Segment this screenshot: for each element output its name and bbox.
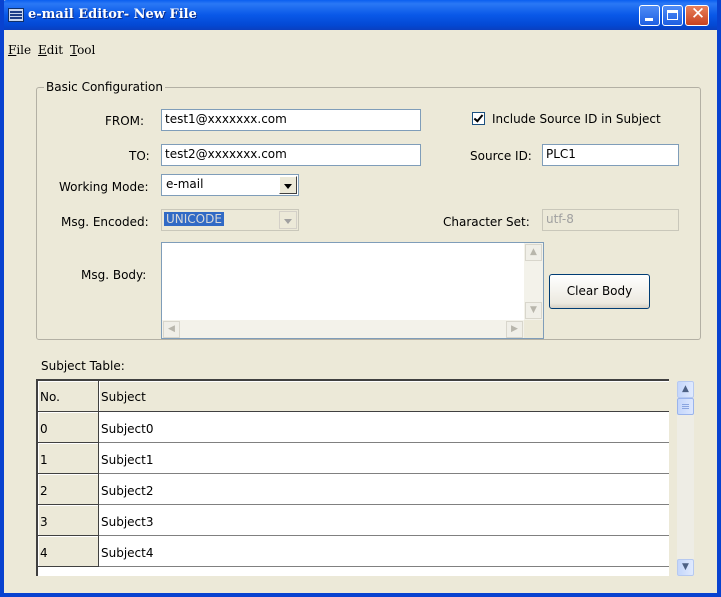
subject-cell[interactable]: Subject0: [99, 412, 669, 443]
row-number: 2: [38, 474, 99, 505]
table-row[interactable]: 1 Subject1: [38, 443, 669, 474]
menu-edit[interactable]: Edit: [38, 43, 63, 57]
row-number: 3: [38, 505, 99, 536]
scrollbar-corner: [524, 320, 543, 338]
minimize-icon: [645, 18, 653, 21]
charset-label: Character Set:: [443, 215, 530, 229]
chevron-down-icon: [279, 211, 297, 229]
to-field[interactable]: test2@xxxxxxx.com: [161, 144, 421, 166]
subject-cell[interactable]: Subject3: [99, 505, 669, 536]
msg-encoded-value: UNICODE: [164, 212, 224, 226]
working-mode-value: e-mail: [166, 177, 204, 191]
working-mode-select[interactable]: e-mail: [161, 174, 299, 196]
source-id-label: Source ID:: [470, 149, 532, 163]
subject-cell[interactable]: Subject4: [99, 536, 669, 567]
scrollbar-thumb[interactable]: [677, 398, 694, 415]
maximize-button[interactable]: [662, 5, 683, 26]
title-bar[interactable]: e-mail Editor- New File ✕: [4, 0, 717, 30]
maximize-icon: [667, 10, 678, 20]
scroll-down-icon[interactable]: ▼: [677, 559, 694, 576]
subject-table-label: Subject Table:: [41, 359, 125, 373]
subject-cell[interactable]: Subject2: [99, 474, 669, 505]
subject-cell[interactable]: Subject1: [99, 443, 669, 474]
scroll-up-icon: ▲: [525, 244, 542, 261]
menu-tool[interactable]: Tool: [70, 43, 95, 57]
subject-table-scrollbar[interactable]: ▲ ▼: [677, 381, 694, 576]
source-id-field[interactable]: PLC1: [542, 144, 679, 166]
scroll-left-icon: ◀: [163, 321, 180, 338]
subject-table[interactable]: No. Subject 0 Subject0 1 Subject1 2 Subj…: [36, 379, 669, 576]
msg-body-textarea[interactable]: ▲ ▼ ◀ ▶: [161, 242, 544, 339]
close-button[interactable]: ✕: [685, 4, 709, 26]
msg-body-label: Msg. Body:: [81, 268, 147, 282]
group-title: Basic Configuration: [44, 80, 165, 94]
minimize-button[interactable]: [639, 5, 660, 26]
row-number: 4: [38, 536, 99, 567]
chevron-down-icon[interactable]: [279, 176, 297, 194]
table-row[interactable]: 3 Subject3: [38, 505, 669, 536]
include-source-checkbox[interactable]: [472, 112, 485, 125]
msg-body-vertical-scrollbar: ▲ ▼: [524, 243, 543, 320]
window-title: e-mail Editor- New File: [28, 7, 197, 22]
from-field[interactable]: test1@xxxxxxx.com: [161, 109, 421, 131]
app-icon[interactable]: [8, 8, 24, 22]
table-row[interactable]: 2 Subject2: [38, 474, 669, 505]
close-icon: ✕: [690, 4, 706, 24]
row-number: 1: [38, 443, 99, 474]
msg-body-horizontal-scrollbar: ◀ ▶: [162, 320, 524, 338]
msg-encoded-select: UNICODE: [161, 209, 299, 231]
column-header-subject[interactable]: Subject: [99, 381, 669, 412]
scroll-up-icon[interactable]: ▲: [677, 381, 694, 398]
table-header-row: No. Subject: [38, 381, 669, 412]
menu-file[interactable]: File: [8, 43, 31, 57]
msg-encoded-label: Msg. Encoded:: [61, 215, 149, 229]
clear-body-button[interactable]: Clear Body: [549, 274, 650, 309]
scroll-right-icon: ▶: [506, 321, 523, 338]
scroll-down-icon: ▼: [525, 302, 542, 319]
charset-field: utf-8: [542, 209, 679, 231]
row-number: 0: [38, 412, 99, 443]
from-label: FROM:: [105, 114, 145, 128]
table-row[interactable]: 0 Subject0: [38, 412, 669, 443]
column-header-no[interactable]: No.: [38, 381, 99, 412]
to-label: TO:: [129, 149, 150, 163]
working-mode-label: Working Mode:: [59, 180, 149, 194]
table-row[interactable]: 4 Subject4: [38, 536, 669, 567]
include-source-label: Include Source ID in Subject: [492, 112, 661, 126]
